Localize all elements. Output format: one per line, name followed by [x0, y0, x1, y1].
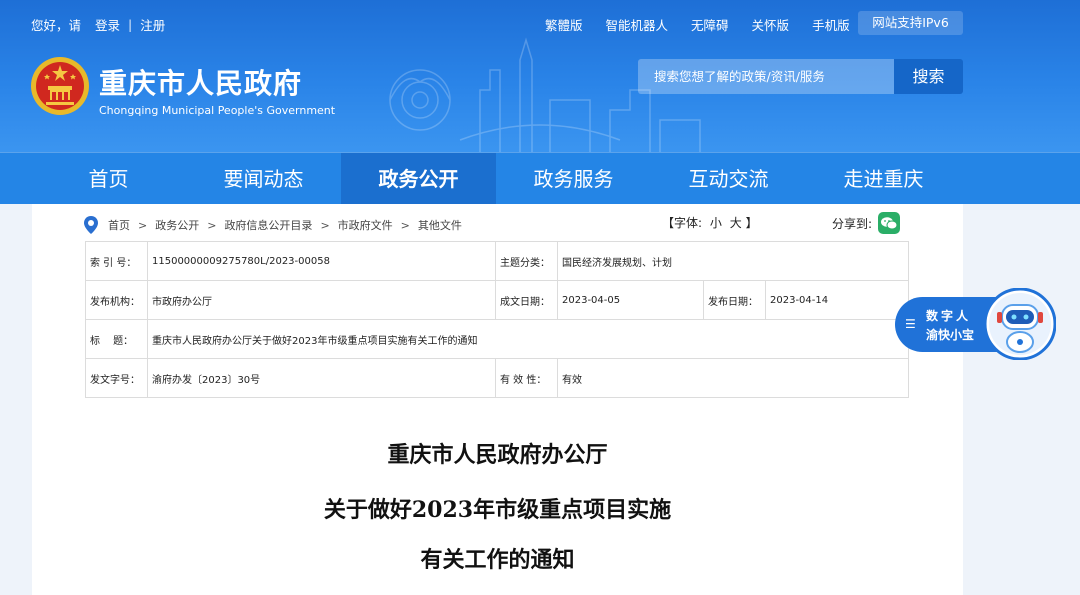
accessibility-link[interactable]: 无障碍: [691, 15, 729, 34]
search-input[interactable]: [638, 59, 894, 94]
nav-home[interactable]: 首页: [31, 153, 186, 205]
table-row: 发布机构： 市政府办公厅 成文日期： 2023-04-05 发布日期： 2023…: [85, 280, 909, 320]
location-pin-icon: [84, 216, 98, 234]
mobile-version-link[interactable]: 手机版: [812, 15, 850, 34]
site-header: 您好，请 登录 | 注册 繁體版 智能机器人 无障碍 关怀版 手机版 网站支持I…: [0, 0, 1080, 152]
index-value: 11500000009275780L/2023-00058: [147, 241, 496, 281]
document-metadata-table: 索 引 号： 11500000009275780L/2023-00058 主题分…: [85, 241, 909, 398]
validity-label: 有 效 性：: [495, 358, 558, 398]
share-label: 分享到:: [832, 216, 873, 231]
written-date-label: 成文日期：: [495, 280, 558, 320]
font-size-large-button[interactable]: 大: [730, 216, 742, 230]
ipv6-badge: 网站支持IPv6: [858, 11, 963, 35]
assistant-name: 渝快小宝: [926, 328, 975, 342]
nav-services[interactable]: 政务服务: [496, 153, 651, 205]
table-row: 发文字号： 渝府办发〔2023〕30号 有 效 性： 有效: [85, 358, 909, 398]
smart-robot-link[interactable]: 智能机器人: [606, 15, 669, 34]
breadcrumb-other-docs[interactable]: 其他文件: [418, 217, 462, 233]
doc-number-label: 发文字号：: [85, 358, 148, 398]
nav-about-chongqing[interactable]: 走进重庆: [806, 153, 961, 205]
breadcrumb-home[interactable]: 首页: [108, 217, 130, 233]
table-row: 索 引 号： 11500000009275780L/2023-00058 主题分…: [85, 241, 909, 281]
register-link[interactable]: 注册: [140, 15, 165, 34]
breadcrumb-separator: >: [400, 218, 410, 232]
org-value: 市政府办公厅: [147, 280, 496, 320]
robot-avatar-icon[interactable]: [984, 288, 1056, 360]
site-title[interactable]: 重庆市人民政府: [99, 62, 302, 102]
content-panel: 首页 > 政务公开 > 政府信息公开目录 > 市政府文件 > 其他文件 【字体:…: [32, 204, 963, 595]
search-button[interactable]: 搜索: [894, 59, 963, 94]
document-title-line-3: 有关工作的通知: [420, 547, 575, 573]
published-date-label: 发布日期：: [703, 280, 766, 320]
nav-interaction[interactable]: 互动交流: [651, 153, 806, 205]
traditional-chinese-link[interactable]: 繁體版: [545, 15, 583, 34]
breadcrumb-separator: >: [320, 218, 330, 232]
menu-icon: ☰: [905, 317, 916, 331]
breadcrumb-info-catalog[interactable]: 政府信息公开目录: [224, 217, 312, 233]
assistant-title: 数字人: [926, 309, 972, 323]
document-title-line-2: 关于做好2023年市级重点项目实施: [323, 497, 672, 523]
site-subtitle: Chongqing Municipal People's Government: [99, 104, 336, 117]
font-size-small-button[interactable]: 小: [710, 216, 722, 230]
title-label: 标 题：: [85, 319, 148, 359]
login-separator: |: [128, 17, 133, 32]
doc-number-value: 渝府办发〔2023〕30号: [147, 358, 496, 398]
font-size-open: 【字体:: [662, 216, 703, 230]
index-label: 索 引 号：: [85, 241, 148, 281]
font-size-control: 【字体: 小 大 】: [662, 214, 758, 231]
elderly-care-link[interactable]: 关怀版: [752, 15, 790, 34]
national-emblem-icon: [31, 57, 89, 115]
written-date-value: 2023-04-05: [557, 280, 704, 320]
topic-label: 主题分类：: [495, 241, 558, 281]
top-links: 繁體版 智能机器人 无障碍 关怀版 手机版: [545, 15, 873, 34]
nav-government-affairs[interactable]: 政务公开: [341, 153, 496, 205]
org-label: 发布机构：: [85, 280, 148, 320]
wechat-share-icon[interactable]: [878, 212, 901, 234]
breadcrumb-separator: >: [207, 218, 217, 232]
top-utility-bar: 您好，请 登录 | 注册 繁體版 智能机器人 无障碍 关怀版 手机版 网站支持I…: [0, 0, 1080, 44]
breadcrumb: 首页 > 政务公开 > 政府信息公开目录 > 市政府文件 > 其他文件: [84, 214, 462, 236]
breadcrumb-city-docs[interactable]: 市政府文件: [338, 217, 393, 233]
font-size-close: 】: [745, 216, 758, 230]
greeting-text: 您好，请: [31, 18, 82, 33]
login-link[interactable]: 登录: [95, 15, 120, 34]
table-row: 标 题： 重庆市人民政府办公厅关于做好2023年市级重点项目实施有关工作的通知: [85, 319, 909, 359]
breadcrumb-separator: >: [138, 218, 148, 232]
share-area: 分享到:: [832, 212, 901, 234]
document-title-line-1: 重庆市人民政府办公厅: [387, 442, 608, 468]
title-value: 重庆市人民政府办公厅关于做好2023年市级重点项目实施有关工作的通知: [147, 319, 909, 359]
topic-value: 国民经济发展规划、计划: [557, 241, 909, 281]
validity-value: 有效: [557, 358, 909, 398]
published-date-value: 2023-04-14: [765, 280, 909, 320]
main-nav: 首页 要闻动态 政务公开 政务服务 互动交流 走进重庆: [0, 152, 1080, 205]
breadcrumb-gov-affairs[interactable]: 政务公开: [155, 217, 199, 233]
login-area: 您好，请 登录 | 注册: [31, 15, 165, 34]
nav-news[interactable]: 要闻动态: [186, 153, 341, 205]
